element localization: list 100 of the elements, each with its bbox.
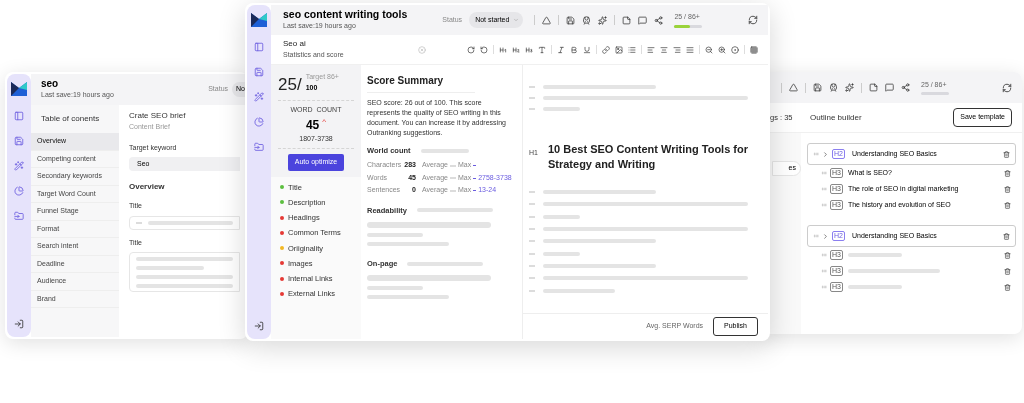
align-justify-icon[interactable] — [686, 45, 694, 54]
bold-icon[interactable] — [570, 45, 578, 54]
share-icon[interactable] — [654, 15, 664, 25]
toc-title: Table of conents — [40, 113, 101, 125]
drag-handle-icon[interactable] — [821, 252, 827, 258]
caret-icon — [513, 17, 520, 23]
folder-icon[interactable] — [254, 142, 264, 152]
dash-mark — [473, 165, 477, 166]
chevron-icon[interactable] — [822, 232, 829, 240]
drag-handle-icon[interactable] — [821, 268, 827, 274]
logo-icon — [251, 13, 267, 27]
share-icon[interactable] — [901, 83, 910, 92]
dash-mark — [449, 189, 456, 192]
delete-icon[interactable] — [1004, 185, 1011, 193]
align-left-icon[interactable] — [647, 45, 655, 54]
logo-icon — [11, 82, 27, 96]
document-title: seo — [41, 78, 60, 91]
drag-handle-icon[interactable] — [821, 186, 827, 192]
drag-handle-icon[interactable] — [813, 151, 819, 157]
panel-icon[interactable] — [14, 111, 24, 121]
dash-mark — [529, 85, 535, 88]
list-icon[interactable] — [628, 45, 636, 54]
chevron-icon[interactable] — [822, 150, 829, 158]
section-title: Overview — [129, 181, 166, 193]
trend-mark: ^ — [322, 115, 327, 128]
panel-title: Seo ai — [283, 38, 307, 51]
save-icon[interactable] — [813, 83, 822, 92]
word-count-value: 45 — [305, 116, 320, 134]
delete-icon[interactable] — [1004, 201, 1011, 209]
heading-one-icon[interactable] — [499, 45, 507, 54]
dash-mark — [529, 240, 535, 243]
train-icon[interactable] — [582, 15, 592, 25]
dash-mark — [529, 191, 535, 194]
delete-icon[interactable] — [1004, 267, 1011, 275]
align-right-icon[interactable] — [673, 45, 681, 54]
refresh-icon[interactable] — [748, 15, 758, 25]
target-icon[interactable] — [731, 45, 739, 54]
drag-handle-icon[interactable] — [821, 202, 827, 208]
dash-mark — [529, 203, 535, 206]
italic-icon[interactable] — [557, 45, 565, 54]
dash-mark — [529, 264, 535, 267]
drag-handle-icon[interactable] — [821, 284, 827, 290]
pie-chart-icon[interactable] — [14, 186, 24, 196]
undo-icon[interactable] — [480, 45, 488, 54]
dash-mark — [529, 215, 535, 218]
delete-icon[interactable] — [1004, 169, 1011, 177]
save-icon[interactable] — [254, 67, 264, 77]
dash-mark — [529, 228, 535, 231]
pie-chart-icon[interactable] — [254, 117, 264, 127]
underline-icon[interactable] — [583, 45, 591, 54]
title-field[interactable] — [129, 215, 240, 230]
dash-mark — [449, 164, 456, 167]
dash-mark — [473, 190, 477, 191]
drag-handle-icon[interactable] — [813, 233, 819, 239]
dash-mark — [529, 277, 535, 280]
delete-icon[interactable] — [1004, 251, 1011, 259]
dash-mark — [449, 177, 456, 179]
article-heading: 10 Best SEO Content Writing Tools for Strategy and Writing — [547, 142, 749, 172]
redo-icon[interactable] — [467, 45, 475, 54]
drag-handle-icon[interactable] — [821, 170, 827, 176]
outline-title: Outline builder — [810, 111, 862, 124]
delete-icon[interactable] — [1003, 232, 1010, 240]
document-title: seo content writing tools — [283, 8, 408, 22]
zoom-in-icon[interactable] — [718, 45, 726, 54]
link-icon[interactable] — [602, 45, 610, 54]
folder-icon[interactable] — [14, 211, 24, 221]
sparkle-icon[interactable] — [598, 15, 608, 25]
magic-wand-icon[interactable] — [254, 92, 264, 102]
triangle-icon[interactable] — [789, 83, 798, 92]
comment-icon[interactable] — [638, 15, 648, 25]
dash-mark — [529, 252, 535, 255]
save-icon[interactable] — [14, 136, 24, 146]
dash-mark — [529, 96, 535, 99]
panel-icon[interactable] — [254, 42, 264, 52]
brief-title: Crate SEO brief — [129, 110, 187, 122]
train-icon[interactable] — [829, 83, 838, 92]
logout-icon[interactable] — [14, 319, 24, 329]
image-icon[interactable] — [615, 45, 623, 54]
logout-icon[interactable] — [254, 321, 264, 331]
score-value: 25/ — [278, 75, 302, 95]
heading-two-icon[interactable] — [512, 45, 520, 54]
text-icon[interactable] — [538, 45, 546, 54]
refresh-icon[interactable] — [1002, 82, 1012, 93]
dash-mark — [529, 289, 535, 292]
heading-three-icon[interactable] — [525, 45, 533, 54]
zoom-out-icon[interactable] — [705, 45, 713, 54]
note-icon[interactable] — [869, 83, 878, 92]
dash-mark — [473, 177, 477, 179]
sparkle-icon[interactable] — [845, 83, 854, 92]
save-icon[interactable] — [566, 15, 576, 25]
triangle-icon[interactable] — [542, 15, 552, 25]
delete-icon[interactable] — [1004, 283, 1011, 291]
delete-icon[interactable] — [1003, 150, 1010, 158]
comment-icon[interactable] — [885, 83, 894, 92]
align-center-icon[interactable] — [660, 45, 668, 54]
dash-mark — [136, 221, 142, 224]
dash-mark — [529, 107, 535, 110]
magic-wand-icon[interactable] — [14, 161, 24, 171]
note-icon[interactable] — [622, 15, 632, 25]
summary-title: Score Summary — [367, 73, 475, 93]
